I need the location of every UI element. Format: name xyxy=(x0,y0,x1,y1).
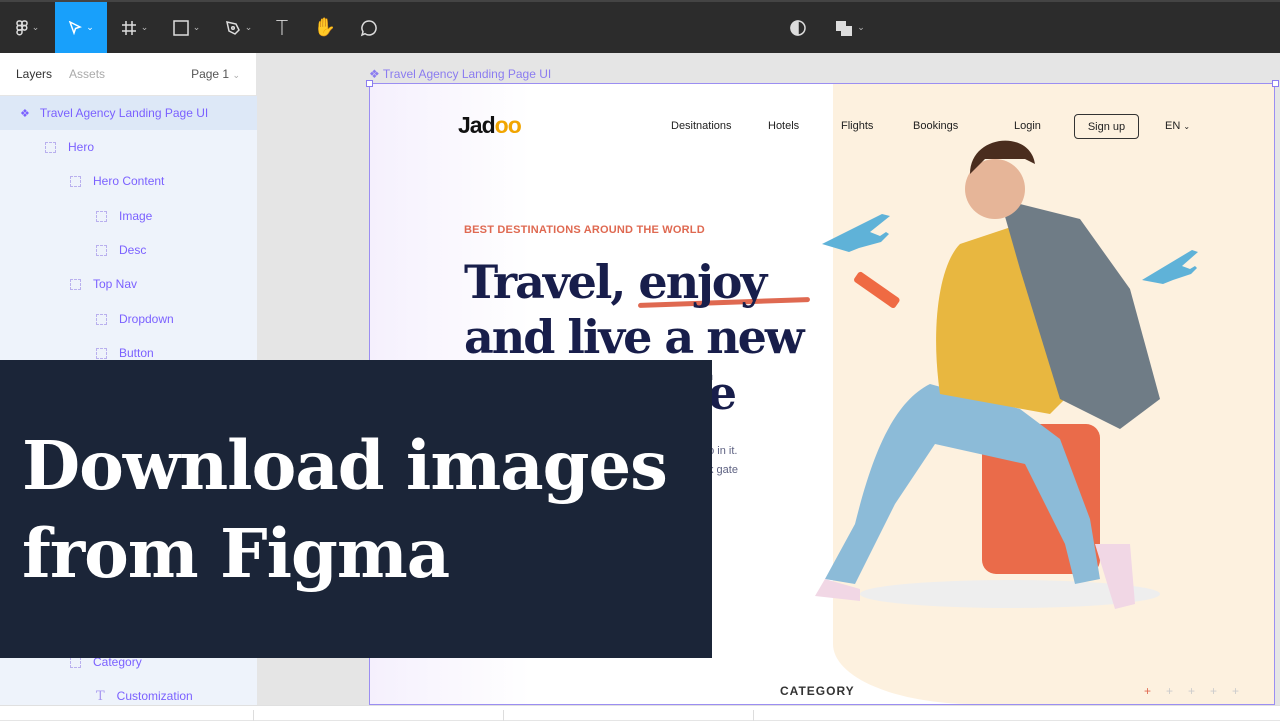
boolean-ops-button[interactable]: ⌄ xyxy=(830,2,870,53)
cursor-icon xyxy=(69,20,83,35)
tab-layers[interactable]: Layers xyxy=(16,67,52,81)
frame-icon xyxy=(70,278,81,290)
frame-label[interactable]: ❖ Travel Agency Landing Page UI xyxy=(369,67,551,81)
frame-icon xyxy=(96,313,107,325)
airplane-icon xyxy=(1142,250,1198,284)
toolbar: ⌄ ⌄ ⌄ ⌄ ⌄ T ✋ ⌄ xyxy=(0,0,1280,53)
component-icon: ❖ xyxy=(20,107,30,120)
union-icon xyxy=(836,20,853,36)
airplane-icon xyxy=(822,214,890,252)
overlay-title-line2: from Figma xyxy=(22,514,450,593)
frame-icon xyxy=(96,244,107,256)
overlay-title-line1: Download images xyxy=(22,426,668,505)
layer-image[interactable]: Image xyxy=(0,199,257,233)
rectangle-icon xyxy=(172,19,189,36)
layer-dropdown[interactable]: Dropdown xyxy=(0,302,257,336)
plus-decoration-icon: + xyxy=(1166,684,1174,698)
plus-decoration-icon: + xyxy=(1210,684,1218,698)
frame-icon xyxy=(96,210,107,222)
component-icon: ❖ xyxy=(369,67,380,81)
text-icon: T xyxy=(275,15,289,40)
theme-toggle-button[interactable] xyxy=(786,2,810,53)
hand-tool-button[interactable]: ✋ xyxy=(312,2,338,53)
title-overlay: Download images from Figma xyxy=(0,360,712,658)
layer-hero[interactable]: Hero xyxy=(0,130,257,164)
move-tool-button[interactable]: ⌄ xyxy=(55,2,107,53)
tab-assets[interactable]: Assets xyxy=(69,67,105,81)
frame-icon xyxy=(121,20,136,35)
category-label: CATEGORY xyxy=(780,684,855,698)
resize-handle[interactable] xyxy=(366,80,373,87)
plus-decoration-icon: + xyxy=(1144,684,1152,698)
layer-top-nav[interactable]: Top Nav xyxy=(0,267,257,301)
plus-decoration-icon: + xyxy=(1188,684,1196,698)
frame-icon xyxy=(45,141,56,153)
layer-hero-content[interactable]: Hero Content xyxy=(0,164,257,198)
figma-logo-icon xyxy=(15,19,28,35)
frame-icon xyxy=(70,656,81,668)
hand-icon: ✋ xyxy=(313,17,337,37)
layer-travel-agency[interactable]: ❖ Travel Agency Landing Page UI xyxy=(0,96,257,130)
page-selector[interactable]: Page 1 ⌄ xyxy=(191,67,240,81)
pen-tool-button[interactable]: ⌄ xyxy=(216,2,261,53)
pen-icon xyxy=(225,20,240,35)
layer-desc[interactable]: Desc xyxy=(0,233,257,267)
plus-decoration-icon: + xyxy=(1232,684,1240,698)
frame-icon xyxy=(96,347,107,359)
text-layer-icon: T xyxy=(96,688,105,704)
resize-handle[interactable] xyxy=(1272,80,1279,87)
frame-tool-button[interactable]: ⌄ xyxy=(112,2,157,53)
frame-icon xyxy=(70,175,81,187)
rectangle-tool-button[interactable]: ⌄ xyxy=(164,2,209,53)
text-tool-button[interactable]: T xyxy=(270,2,294,53)
comment-icon xyxy=(360,19,377,36)
bottom-bar xyxy=(0,705,1280,721)
figma-menu-button[interactable]: ⌄ xyxy=(0,2,55,53)
contrast-icon xyxy=(790,19,806,36)
comment-tool-button[interactable] xyxy=(356,2,382,53)
